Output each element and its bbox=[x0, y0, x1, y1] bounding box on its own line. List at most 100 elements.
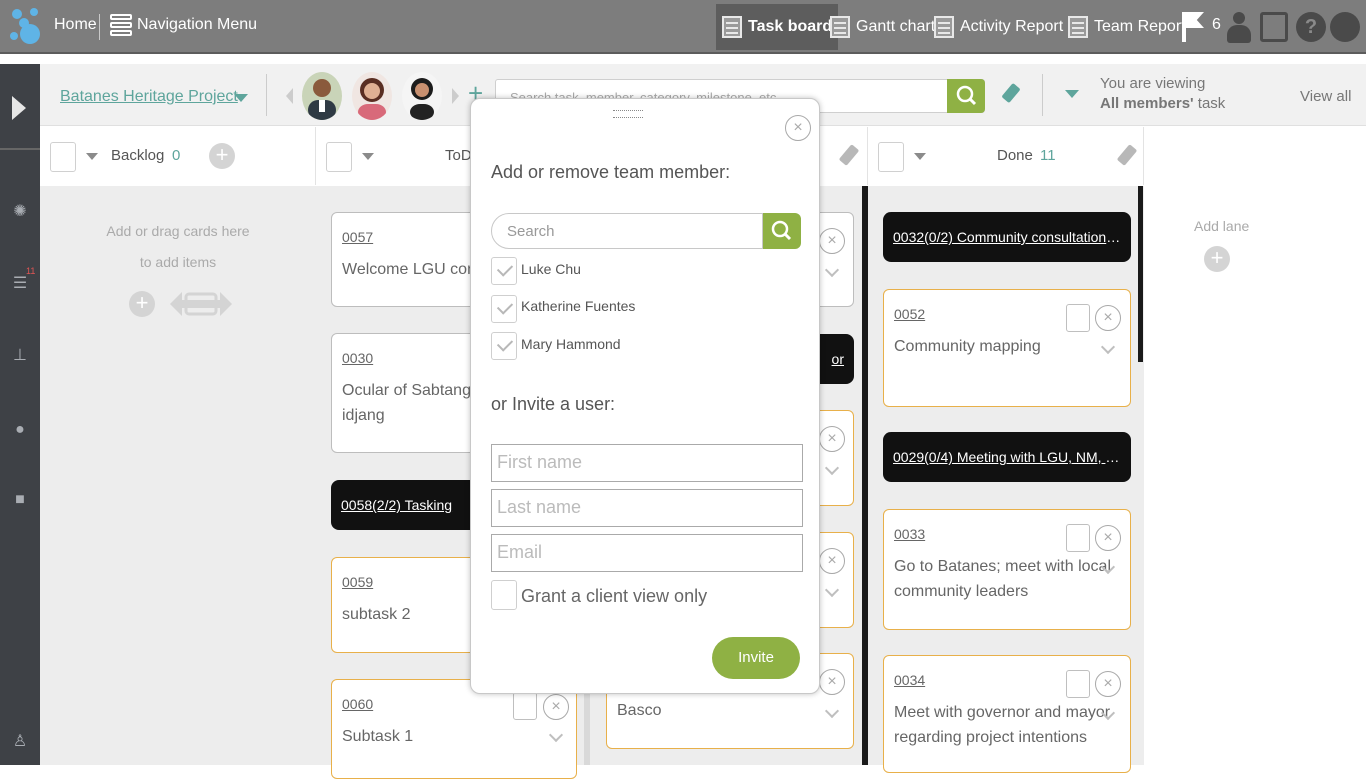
expand-card-icon[interactable] bbox=[1100, 339, 1116, 355]
remove-card-icon[interactable]: × bbox=[819, 426, 845, 452]
card-id[interactable]: 0059 bbox=[342, 574, 373, 590]
lane-select-checkbox[interactable] bbox=[326, 142, 352, 172]
edit-lane-icon[interactable] bbox=[1116, 144, 1138, 166]
tab-gantt-chart[interactable]: Gantt chart bbox=[824, 4, 941, 50]
tab-task-board[interactable]: Task board bbox=[716, 4, 839, 50]
pin-icon[interactable] bbox=[1000, 82, 1022, 106]
user-profile-icon[interactable] bbox=[1226, 12, 1252, 44]
calendar-settings-icon[interactable] bbox=[1260, 12, 1288, 42]
card-id-fragment[interactable]: or bbox=[832, 351, 844, 367]
avatar[interactable] bbox=[352, 72, 392, 120]
remove-card-icon[interactable]: × bbox=[1095, 525, 1121, 551]
parent-task-card[interactable]: 0032(0/2) Community consultation a... bbox=[883, 212, 1131, 262]
network-icon[interactable]: ✺ bbox=[10, 202, 30, 222]
project-name-link[interactable]: Batanes Heritage Project bbox=[60, 88, 238, 106]
member-search-input[interactable]: Search bbox=[491, 213, 763, 249]
task-card[interactable]: 0033 Go to Batanes; meet with local comm… bbox=[883, 509, 1131, 630]
card-id[interactable]: 0032(0/2) Community consultation a... bbox=[893, 229, 1130, 245]
scroll-left-icon[interactable] bbox=[286, 88, 293, 104]
member-checkbox[interactable] bbox=[491, 332, 517, 360]
remove-card-icon[interactable]: × bbox=[1095, 671, 1121, 697]
remove-card-icon[interactable]: × bbox=[819, 228, 845, 254]
avatar[interactable] bbox=[402, 72, 442, 120]
gear-icon[interactable] bbox=[1330, 12, 1360, 42]
card-checkbox[interactable] bbox=[1066, 670, 1090, 698]
scroll-right-icon[interactable] bbox=[452, 88, 459, 104]
remove-card-icon[interactable]: × bbox=[543, 694, 569, 720]
remove-card-icon[interactable]: × bbox=[819, 669, 845, 695]
navigation-menu-link[interactable]: Navigation Menu bbox=[137, 16, 257, 34]
expand-card-icon[interactable] bbox=[824, 582, 840, 598]
expand-card-icon[interactable] bbox=[548, 727, 564, 743]
lane-menu-icon[interactable] bbox=[362, 153, 374, 160]
lane-scrollbar[interactable] bbox=[1138, 186, 1143, 362]
lane-select-checkbox[interactable] bbox=[50, 142, 76, 172]
tasks-list-icon[interactable]: ☰ bbox=[10, 274, 30, 294]
add-card-button[interactable]: + bbox=[129, 291, 155, 317]
expand-card-icon[interactable] bbox=[824, 460, 840, 476]
drag-handle[interactable] bbox=[613, 110, 643, 118]
task-card[interactable]: 0060 Subtask 1 × bbox=[331, 679, 577, 779]
client-view-checkbox[interactable] bbox=[491, 580, 517, 610]
team-report-icon bbox=[1068, 16, 1088, 38]
search-button[interactable] bbox=[947, 79, 985, 113]
remove-card-icon[interactable]: × bbox=[819, 548, 845, 574]
card-id[interactable]: 0060 bbox=[342, 696, 373, 712]
email-field[interactable]: Email bbox=[491, 534, 803, 572]
broadcast-user-icon[interactable]: ♙ bbox=[10, 732, 30, 752]
chat-icon[interactable]: ■ bbox=[10, 490, 30, 510]
tab-label: Team Report bbox=[1094, 18, 1186, 35]
card-id[interactable]: 0030 bbox=[342, 350, 373, 366]
flag-icon[interactable] bbox=[1182, 12, 1204, 42]
person-icon[interactable]: ● bbox=[10, 420, 30, 440]
card-title: Basco bbox=[617, 702, 662, 719]
remove-card-icon[interactable]: × bbox=[1095, 305, 1121, 331]
last-name-field[interactable]: Last name bbox=[491, 489, 803, 527]
task-card[interactable]: 0034 Meet with governor and mayor regard… bbox=[883, 655, 1131, 773]
card-id[interactable]: 0058(2/2) Tasking bbox=[341, 497, 452, 513]
card-id[interactable]: 0034 bbox=[894, 672, 925, 688]
project-dropdown-icon[interactable] bbox=[234, 94, 248, 102]
card-id[interactable]: 0029(0/4) Meeting with LGU, NM, N... bbox=[893, 449, 1127, 465]
add-lane-area: Add lane + bbox=[1144, 186, 1366, 765]
add-lane-button[interactable]: + bbox=[1204, 246, 1230, 272]
viewing-dropdown-icon[interactable] bbox=[1065, 90, 1079, 98]
viewing-filter-label: You are viewing All members' task bbox=[1100, 74, 1225, 114]
expand-sidebar-icon[interactable] bbox=[12, 96, 26, 120]
tab-activity-report[interactable]: Activity Report bbox=[928, 4, 1069, 50]
stamp-icon[interactable]: ⊥ bbox=[10, 346, 30, 366]
first-name-field[interactable]: First name bbox=[491, 444, 803, 482]
app-logo-icon[interactable] bbox=[8, 6, 44, 48]
expand-card-icon[interactable] bbox=[824, 703, 840, 719]
member-checkbox[interactable] bbox=[491, 295, 517, 323]
invite-button[interactable]: Invite bbox=[712, 637, 800, 679]
help-icon[interactable]: ? bbox=[1296, 12, 1326, 42]
close-icon[interactable]: × bbox=[785, 115, 811, 141]
lane-select-checkbox[interactable] bbox=[878, 142, 904, 172]
card-id[interactable]: 0052 bbox=[894, 306, 925, 322]
member-checkbox[interactable] bbox=[491, 257, 517, 285]
card-id[interactable]: 0033 bbox=[894, 526, 925, 542]
card-title: Community mapping bbox=[894, 338, 1041, 355]
expand-card-icon[interactable] bbox=[824, 262, 840, 278]
card-checkbox[interactable] bbox=[513, 692, 537, 720]
invite-section-title: or Invite a user: bbox=[491, 394, 616, 414]
lane-title: Backlog bbox=[111, 147, 165, 164]
parent-task-card[interactable]: 0029(0/4) Meeting with LGU, NM, N... bbox=[883, 432, 1131, 482]
tab-team-report[interactable]: Team Report bbox=[1062, 4, 1192, 50]
add-card-button[interactable]: + bbox=[209, 143, 235, 169]
edit-lane-icon[interactable] bbox=[838, 144, 860, 166]
member-search-button[interactable] bbox=[763, 213, 801, 249]
add-lane-label[interactable]: Add lane bbox=[1194, 218, 1249, 234]
lane-menu-icon[interactable] bbox=[86, 153, 98, 160]
avatar[interactable] bbox=[302, 72, 342, 120]
task-card[interactable]: 0052 Community mapping × bbox=[883, 289, 1131, 407]
flag-count: 6 bbox=[1212, 16, 1221, 33]
view-all-link[interactable]: View all bbox=[1300, 88, 1351, 105]
card-id[interactable]: 0057 bbox=[342, 229, 373, 245]
home-link[interactable]: Home bbox=[54, 16, 97, 34]
menu-icon[interactable] bbox=[110, 14, 132, 38]
card-checkbox[interactable] bbox=[1066, 524, 1090, 552]
card-checkbox[interactable] bbox=[1066, 304, 1090, 332]
lane-menu-icon[interactable] bbox=[914, 153, 926, 160]
